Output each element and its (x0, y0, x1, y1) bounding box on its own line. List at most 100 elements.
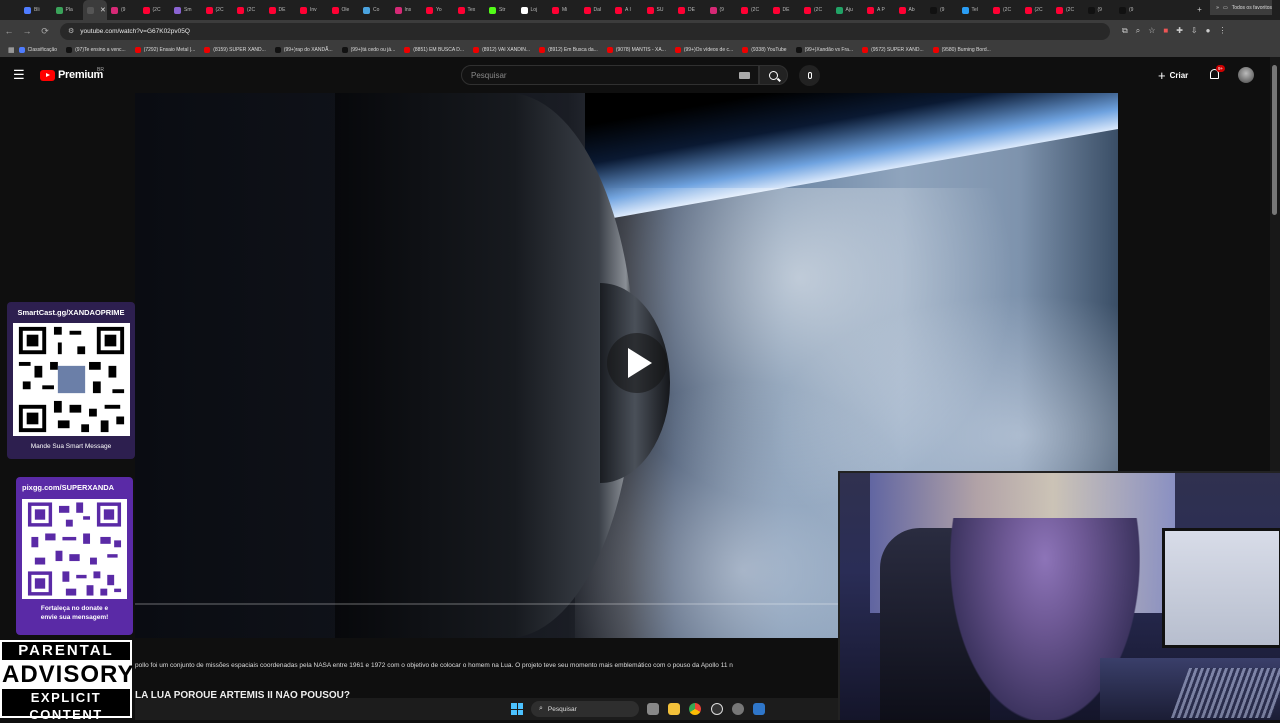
browser-tab[interactable]: Str (485, 0, 517, 20)
bookmark-item[interactable]: Classificação (18, 46, 62, 53)
forward-button[interactable]: → (18, 26, 36, 36)
extensions-puzzle-icon[interactable]: ✚ (1176, 26, 1183, 36)
bookmark-item[interactable]: (9338) YouTube (742, 46, 791, 53)
bookmark-item[interactable]: (99+)Xandão vs Fra... (795, 46, 859, 53)
browser-tab[interactable]: (2C (737, 0, 769, 20)
bookmark-item[interactable]: (99+)rap do XANDÃ... (274, 46, 338, 53)
avatar[interactable] (1238, 67, 1254, 83)
browser-tab[interactable]: Co (359, 0, 391, 20)
youtube-logo[interactable]: Premium (40, 69, 103, 81)
new-tab-button[interactable]: + (1188, 0, 1211, 20)
browser-tab[interactable]: Ole (328, 0, 360, 20)
bookmark-star-icon[interactable]: ☆ (1148, 26, 1155, 36)
bookmark-item[interactable]: (99+)Os vídeos de c... (674, 46, 738, 53)
browser-tab[interactable]: ✕ (83, 0, 107, 20)
bookmark-item[interactable]: (7292) Ensaio Metal |... (134, 46, 201, 53)
extension-icon[interactable]: ■ (1163, 26, 1168, 36)
browser-tab[interactable]: A I (611, 0, 643, 20)
app-icon[interactable] (753, 703, 765, 715)
browser-tab[interactable]: Tel (958, 0, 990, 20)
reload-button[interactable]: ⟳ (36, 26, 54, 37)
bookmark-item[interactable]: (99+)tá cedo ou já... (341, 46, 401, 53)
browser-tab[interactable]: (9 (706, 0, 738, 20)
close-tab-icon[interactable]: ✕ (100, 6, 106, 14)
browser-tab[interactable]: (2C (139, 0, 171, 20)
create-button[interactable]: + Criar (1152, 67, 1194, 84)
tab-label: Ins (404, 7, 412, 13)
search-button[interactable] (759, 65, 788, 85)
bookmark-favicon-icon (66, 46, 73, 53)
bookmark-label: (8912) VAI XANDIN... (482, 46, 531, 53)
windows-start-icon[interactable] (511, 703, 523, 715)
browser-tab[interactable]: Tex (454, 0, 486, 20)
apps-icon[interactable]: ▦ (8, 46, 15, 54)
all-bookmarks-link[interactable]: Todos os favoritos (1232, 5, 1272, 11)
browser-tab[interactable]: Loj (517, 0, 549, 20)
bookmarks-more-button[interactable]: » (1216, 5, 1219, 11)
search-input[interactable]: Pesquisar (461, 65, 759, 85)
browser-tab[interactable]: (2C (1052, 0, 1084, 20)
bookmark-favicon-icon (341, 46, 348, 53)
bookmark-item[interactable]: (8159) SUPER XAND... (204, 46, 271, 53)
downloads-icon[interactable]: ⇩ (1191, 26, 1198, 36)
browser-tab[interactable]: SU (643, 0, 675, 20)
bookmark-item[interactable]: (8851) EM BUSCA D... (404, 46, 469, 53)
bookmark-item[interactable]: (9580) Burning Bord... (932, 46, 996, 53)
voice-search-button[interactable] (799, 65, 820, 86)
menu-icon[interactable]: ⋮ (1218, 26, 1226, 36)
browser-tab[interactable]: Yo (422, 0, 454, 20)
address-bar[interactable]: ⚙ youtube.com/watch?v=G67K02pv05Q (60, 22, 1110, 40)
browser-tab[interactable]: Mi (548, 0, 580, 20)
browser-tab[interactable]: (9 (1115, 0, 1147, 20)
browser-tab[interactable]: A P (863, 0, 895, 20)
taskbar-search[interactable]: ⌕ Pesquisar (531, 701, 639, 717)
browser-tab[interactable]: (2C (202, 0, 234, 20)
keyboard-icon[interactable] (739, 72, 750, 79)
browser-tab[interactable]: (2C (233, 0, 265, 20)
browser-tab[interactable]: DE (265, 0, 297, 20)
site-info-icon[interactable]: ⚙ (68, 27, 74, 35)
browser-tab[interactable]: Sm (170, 0, 202, 20)
settings-gear-icon[interactable] (732, 703, 744, 715)
cast-icon[interactable]: ⧉ (1122, 26, 1128, 36)
browser-tab[interactable]: (2C (989, 0, 1021, 20)
browser-tab[interactable]: Pla (52, 0, 84, 20)
hamburger-menu-icon[interactable]: ☰ (13, 68, 25, 81)
browser-tab[interactable]: DE (769, 0, 801, 20)
browser-tab[interactable]: Inv (296, 0, 328, 20)
browser-tab[interactable]: Dal (580, 0, 612, 20)
browser-tab[interactable]: DE (674, 0, 706, 20)
browser-tab[interactable]: Aju (832, 0, 864, 20)
bookmark-label: (9338) YouTube (751, 46, 787, 53)
file-explorer-icon[interactable] (668, 703, 680, 715)
browser-tab[interactable]: (2C (1021, 0, 1053, 20)
browser-tab[interactable]: (9 (107, 0, 139, 20)
taskbar-search-icon: ⌕ (539, 705, 543, 712)
tab-favicon-icon (87, 6, 94, 14)
tab-label: Aju (845, 7, 853, 13)
browser-tab[interactable]: (2C (800, 0, 832, 20)
tab-favicon-icon (1056, 6, 1063, 14)
zoom-icon[interactable]: ⌕ (1136, 26, 1140, 36)
bookmark-item[interactable]: (9078) MANTIS - XA... (606, 46, 671, 53)
tab-label: Loj (530, 7, 538, 13)
back-button[interactable]: ← (0, 26, 18, 36)
bookmark-item[interactable]: (8912) VAI XANDIN... (473, 46, 535, 53)
tab-favicon-icon (394, 6, 402, 14)
play-icon[interactable] (607, 333, 667, 393)
browser-tab[interactable]: (9 (1084, 0, 1116, 20)
browser-tab[interactable]: Bli (20, 0, 52, 20)
obs-icon[interactable] (711, 703, 723, 715)
browser-tab[interactable]: Ins (391, 0, 423, 20)
chrome-icon[interactable] (689, 703, 701, 715)
bookmark-item[interactable]: (9572) SUPER XAND... (862, 46, 929, 53)
bookmark-item[interactable]: (97)Te ensino a venc... (66, 46, 131, 53)
section-title: LA LUA PORQUE ARTEMIS II NÃO POUSOU? (135, 690, 351, 698)
tab-favicon-icon (583, 6, 591, 14)
scrollbar-thumb[interactable] (1272, 65, 1277, 215)
bookmark-item[interactable]: (8912) Em Busca da... (539, 46, 603, 53)
browser-tab[interactable]: Ab (895, 0, 927, 20)
task-view-icon[interactable] (647, 703, 659, 715)
browser-tab[interactable]: (9 (926, 0, 958, 20)
profile-icon[interactable]: ● (1206, 26, 1211, 36)
